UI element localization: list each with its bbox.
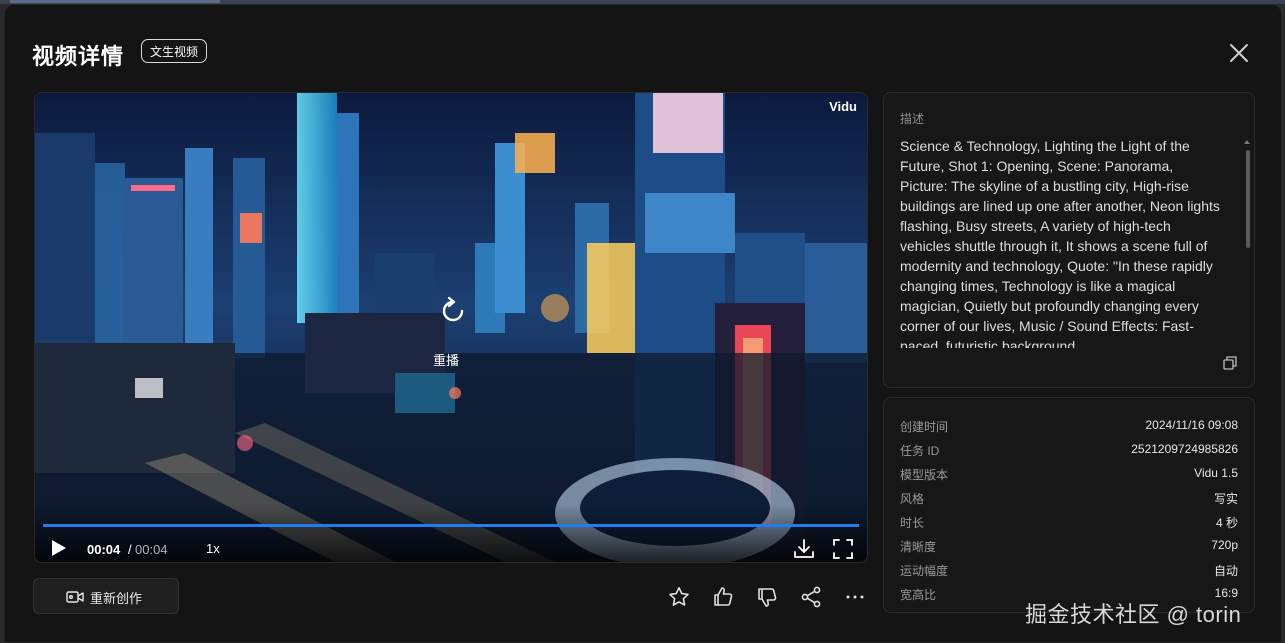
thumbs-up-icon[interactable] (711, 585, 735, 609)
meta-value: 4 秒 (1215, 516, 1238, 530)
meta-row: 创建时间 2024/11/16 09:08 (900, 418, 1238, 438)
meta-value: 720p (1211, 538, 1238, 552)
copy-icon[interactable] (1222, 355, 1238, 371)
description-label: 描述 (900, 112, 925, 126)
meta-key: 任务 ID (900, 444, 940, 458)
video-detail-modal: 视频详情 文生视频 Vidu 重播 00:04 / 00:04 1x 重新创作 … (4, 4, 1282, 643)
meta-key: 创建时间 (900, 420, 949, 434)
meta-key: 风格 (900, 492, 925, 506)
replay-icon[interactable] (435, 293, 471, 329)
video-player[interactable]: Vidu 重播 00:04 / 00:04 1x (34, 92, 868, 563)
meta-key: 清晰度 (900, 540, 937, 554)
download-icon[interactable] (792, 537, 816, 561)
meta-key: 运动幅度 (900, 564, 949, 578)
type-badge: 文生视频 (141, 39, 208, 63)
meta-row: 运动幅度 自动 (900, 562, 1238, 582)
recreate-label: 重新创作 (90, 591, 143, 606)
play-icon[interactable] (49, 538, 69, 558)
thumbs-down-icon[interactable] (755, 585, 779, 609)
meta-key: 模型版本 (900, 468, 949, 482)
meta-row: 任务 ID 2521209724985826 (900, 442, 1238, 462)
more-icon[interactable] (843, 585, 867, 609)
meta-value: 自动 (1213, 564, 1238, 578)
duration-time: 00:04 (135, 542, 168, 557)
player-controls: 00:04 / 00:04 1x (35, 504, 867, 562)
scrollbar[interactable] (1246, 150, 1250, 248)
share-icon[interactable] (799, 585, 823, 609)
video-camera-icon (66, 591, 84, 603)
meta-value: 写实 (1213, 492, 1238, 506)
meta-row: 风格 写实 (900, 490, 1238, 510)
current-time: 00:04 (87, 542, 121, 557)
replay-label[interactable]: 重播 (433, 350, 459, 369)
meta-row: 清晰度 720p (900, 538, 1238, 558)
meta-value: 2521209724985826 (1131, 442, 1238, 456)
page-title: 视频详情 (32, 44, 125, 69)
brand-watermark: Vidu (829, 99, 857, 114)
fullscreen-icon[interactable] (832, 538, 854, 560)
progress-bar[interactable] (43, 524, 859, 527)
description-text: Science & Technology, Lighting the Light… (900, 138, 1220, 348)
star-icon[interactable] (667, 585, 691, 609)
time-separator: / (128, 542, 132, 557)
scroll-up-arrow[interactable] (1244, 140, 1250, 144)
meta-row: 时长 4 秒 (900, 514, 1238, 534)
meta-value: 2024/11/16 09:08 (1145, 418, 1238, 432)
close-icon[interactable] (1227, 41, 1251, 65)
meta-value: Vidu 1.5 (1194, 466, 1238, 480)
meta-key: 时长 (900, 516, 925, 530)
description-panel: 描述 Science & Technology, Lighting the Li… (883, 92, 1255, 388)
meta-key: 宽高比 (900, 588, 937, 602)
site-watermark: 掘金技术社区 @ torin (1025, 602, 1242, 627)
recreate-button[interactable]: 重新创作 (33, 578, 179, 614)
playback-speed[interactable]: 1x (206, 541, 220, 556)
progress-fill (43, 524, 859, 527)
metadata-panel: 创建时间 2024/11/16 09:08 任务 ID 25212097249858… (883, 397, 1255, 613)
meta-row: 模型版本 Vidu 1.5 (900, 466, 1238, 486)
